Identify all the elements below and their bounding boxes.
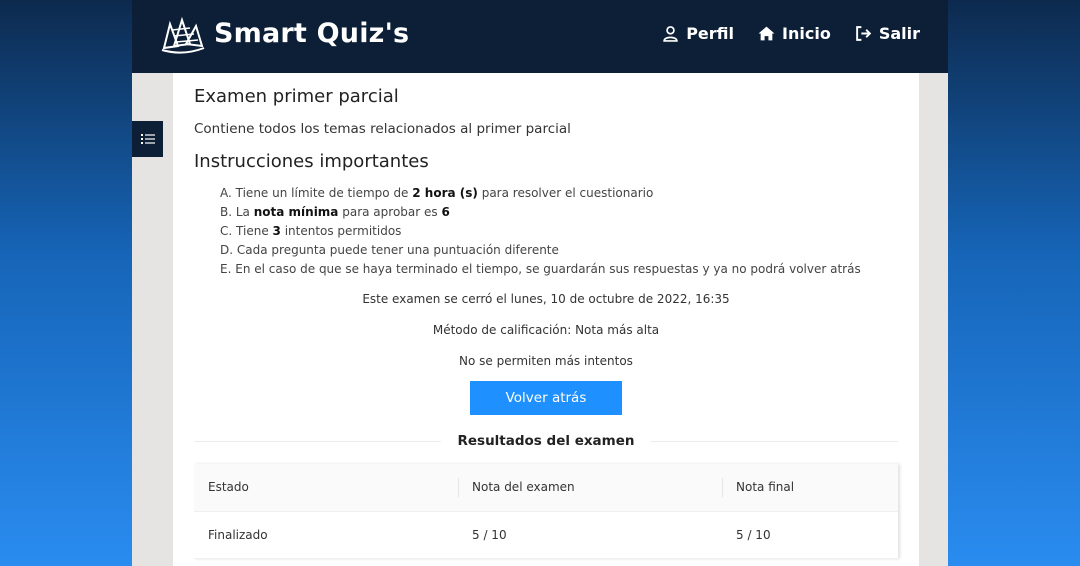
column-header-estado: Estado (194, 464, 458, 512)
instruction-item: B. La nota mínima para aprobar es 6 (220, 205, 450, 219)
nav-salir-label: Salir (878, 24, 920, 43)
table-row: Finalizado 5 / 10 5 / 10 (194, 511, 898, 558)
nav-inicio[interactable]: Inicio (758, 24, 831, 43)
attempts-text: No se permiten más intentos (459, 354, 633, 368)
instruction-item: A. Tiene un límite de tiempo de 2 hora (… (220, 186, 654, 200)
exam-card: Examen primer parcial Contiene todos los… (173, 73, 919, 566)
list-icon (140, 134, 155, 144)
back-button[interactable]: Volver atrás (470, 381, 622, 415)
results-table: Estado Nota del examen Nota final Finali… (194, 464, 898, 559)
brand-title: Smart Quiz's (214, 18, 410, 49)
home-icon (758, 26, 775, 41)
nav-perfil-label: Perfil (686, 24, 735, 43)
logo-icon (161, 16, 205, 54)
exam-title: Examen primer parcial (194, 86, 399, 107)
cell-nota-examen: 5 / 10 (472, 527, 507, 542)
instructions-title: Instrucciones importantes (194, 151, 429, 172)
instruction-item: D. Cada pregunta puede tener una puntuac… (220, 243, 559, 257)
results-title: Resultados del examen (457, 433, 635, 449)
column-header-nota-examen: Nota del examen (458, 464, 722, 512)
nav-salir[interactable]: Salir (855, 24, 920, 43)
nav-perfil[interactable]: Perfil (662, 24, 734, 43)
sidebar-toggle-button[interactable] (132, 121, 163, 157)
instruction-item: E. En el caso de que se haya terminado e… (220, 262, 861, 276)
results-divider: Resultados del examen (194, 431, 898, 451)
user-icon (663, 26, 678, 42)
results-header-row: Estado Nota del examen Nota final (194, 464, 898, 512)
exam-description: Contiene todos los temas relacionados al… (194, 121, 571, 137)
app-window: Smart Quiz's Perfil Inicio Salir Examen … (132, 0, 948, 566)
grading-method-text: Método de calificación: Nota más alta (432, 323, 660, 337)
column-header-nota-final: Nota final (722, 464, 898, 512)
main-nav: Perfil Inicio Salir (662, 24, 920, 43)
instruction-item: C. Tiene 3 intentos permitidos (220, 224, 402, 238)
cell-nota-final: 5 / 10 (736, 527, 771, 542)
logout-icon (855, 26, 872, 41)
top-navbar: Smart Quiz's Perfil Inicio Salir (132, 0, 948, 73)
nav-inicio-label: Inicio (782, 24, 831, 43)
exam-closed-text: Este examen se cerró el lunes, 10 de oct… (362, 292, 730, 306)
cell-estado: Finalizado (208, 527, 268, 542)
instructions-list: A. Tiene un límite de tiempo de 2 hora (… (220, 184, 861, 279)
